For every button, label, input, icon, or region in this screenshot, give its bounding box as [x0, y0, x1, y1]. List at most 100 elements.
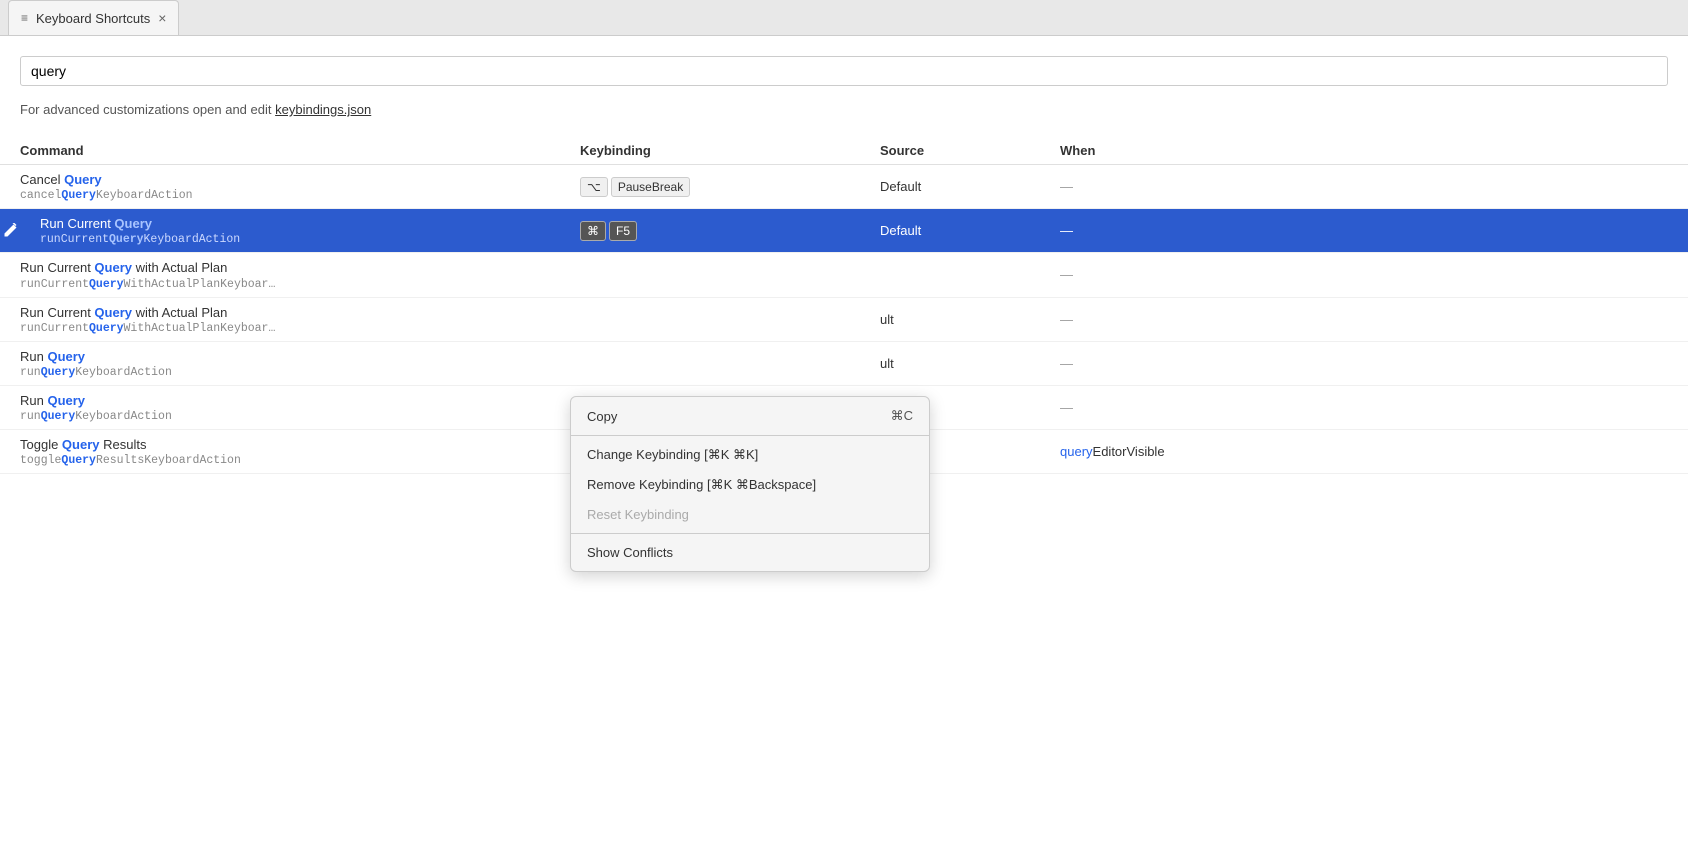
when-cell: — — [1040, 341, 1688, 385]
when-text: — — [1060, 223, 1073, 238]
cmd-highlight: Query — [47, 393, 85, 408]
context-menu-separator — [571, 435, 929, 436]
info-text-before: For advanced customizations open and edi… — [20, 102, 275, 117]
key-group: ⌘ F5 — [580, 221, 840, 241]
key-badge: ⌥ — [580, 177, 608, 197]
keybinding-cell: ⌘ F5 — [560, 209, 860, 253]
keybindings-json-link[interactable]: keybindings.json — [275, 102, 371, 117]
when-cell: — — [1040, 297, 1688, 341]
tab-close-button[interactable]: × — [158, 10, 166, 26]
key-group: ⌥ PauseBreak — [580, 177, 840, 197]
cmd-name: Cancel Query — [20, 171, 540, 189]
source-text: Default — [880, 223, 921, 238]
cmd-cell: Run Query runQueryKeyboardAction — [0, 385, 560, 429]
table-row[interactable]: Run Query runQueryKeyboardAction ult — — [0, 341, 1688, 385]
source-text: Default — [880, 179, 921, 194]
source-text: ult — [880, 312, 894, 327]
context-menu-item-reset-keybinding: Reset Keybinding — [571, 500, 929, 529]
keybinding-cell: ⌥ PauseBreak — [560, 165, 860, 209]
cmd-cell: Run Current Query runCurrentQueryKeyboar… — [0, 209, 560, 253]
when-text: — — [1060, 312, 1073, 327]
when-cell: — — [1040, 209, 1688, 253]
cmd-prefix: Cancel — [20, 172, 64, 187]
source-text: ult — [880, 356, 894, 371]
tab-bar: ≡ Keyboard Shortcuts × — [0, 0, 1688, 36]
cmd-id: runQueryKeyboardAction — [20, 410, 540, 423]
source-cell: ult — [860, 341, 1040, 385]
info-text: For advanced customizations open and edi… — [20, 102, 1668, 117]
tab-icon: ≡ — [21, 11, 28, 25]
cmd-highlight: Query — [47, 349, 85, 364]
context-menu-item-show-conflicts[interactable]: Show Conflicts — [571, 538, 929, 567]
cmd-name: Toggle Query Results — [20, 436, 540, 454]
search-input[interactable] — [20, 56, 1668, 86]
table-row[interactable]: Run Current Query with Actual Plan runCu… — [0, 297, 1688, 341]
cmd-cell: Cancel Query cancelQueryKeyboardAction — [0, 165, 560, 209]
key-badge: ⌘ — [580, 221, 606, 241]
keybinding-cell — [560, 297, 860, 341]
context-menu-label-remove: Remove Keybinding [⌘K ⌘Backspace] — [587, 477, 816, 493]
when-text: — — [1060, 400, 1073, 415]
col-header-command: Command — [0, 137, 560, 165]
cmd-prefix: Run — [20, 349, 47, 364]
cmd-highlight: Query — [62, 437, 100, 452]
col-header-source: Source — [860, 137, 1040, 165]
keybinding-cell — [560, 341, 860, 385]
cmd-highlight: Query — [114, 216, 152, 231]
table-header-row: Command Keybinding Source When — [0, 137, 1688, 165]
cmd-cell: Run Query runQueryKeyboardAction — [0, 341, 560, 385]
cmd-name: Run Current Query with Actual Plan — [20, 304, 540, 322]
when-text: queryEditorVisible — [1060, 444, 1165, 459]
context-menu: Copy ⌘C Change Keybinding [⌘K ⌘K] Remove… — [570, 396, 930, 572]
table-row[interactable]: Cancel Query cancelQueryKeyboardAction ⌥… — [0, 165, 1688, 209]
table-row[interactable]: Run Current Query with Actual Plan runCu… — [0, 253, 1688, 297]
when-cell: queryEditorVisible — [1040, 430, 1688, 474]
cmd-prefix: Toggle — [20, 437, 62, 452]
context-menu-shortcut-copy: ⌘C — [891, 408, 913, 424]
keybinding-cell — [560, 253, 860, 297]
cmd-highlight: Query — [94, 260, 132, 275]
col-header-keybinding: Keybinding — [560, 137, 860, 165]
context-menu-label-reset: Reset Keybinding — [587, 507, 689, 522]
cmd-id: toggleQueryResultsKeyboardAction — [20, 454, 540, 467]
context-menu-item-change-keybinding[interactable]: Change Keybinding [⌘K ⌘K] — [571, 440, 929, 470]
when-text: — — [1060, 179, 1073, 194]
when-cell: — — [1040, 165, 1688, 209]
col-header-when: When — [1040, 137, 1688, 165]
context-menu-label-change: Change Keybinding [⌘K ⌘K] — [587, 447, 758, 463]
cmd-id: runCurrentQueryWithActualPlanKeyboar… — [20, 322, 540, 335]
context-menu-item-copy[interactable]: Copy ⌘C — [571, 401, 929, 431]
cmd-cell: Run Current Query with Actual Plan runCu… — [0, 297, 560, 341]
key-badge: F5 — [609, 221, 637, 241]
cmd-id: cancelQueryKeyboardAction — [20, 189, 540, 202]
edit-icon — [2, 223, 18, 239]
cmd-prefix: Run Current — [40, 216, 114, 231]
cmd-id: runCurrentQueryWithActualPlanKeyboar… — [20, 278, 540, 291]
key-badge: PauseBreak — [611, 177, 690, 197]
cmd-id: runQueryKeyboardAction — [20, 366, 540, 379]
when-text: — — [1060, 267, 1073, 282]
main-panel: For advanced customizations open and edi… — [0, 36, 1688, 858]
cmd-name: Run Current Query — [20, 215, 540, 233]
source-cell: Default — [860, 209, 1040, 253]
context-menu-label-conflicts: Show Conflicts — [587, 545, 673, 560]
context-menu-separator-2 — [571, 533, 929, 534]
cmd-prefix: Run Current — [20, 305, 94, 320]
cmd-prefix: Run Current — [20, 260, 94, 275]
source-cell: ult — [860, 297, 1040, 341]
when-text: — — [1060, 356, 1073, 371]
cmd-highlight: Query — [94, 305, 132, 320]
when-cell: — — [1040, 385, 1688, 429]
cmd-name: Run Current Query with Actual Plan — [20, 259, 540, 277]
context-menu-item-remove-keybinding[interactable]: Remove Keybinding [⌘K ⌘Backspace] — [571, 470, 929, 500]
context-menu-label-copy: Copy — [587, 409, 617, 424]
keyboard-shortcuts-tab[interactable]: ≡ Keyboard Shortcuts × — [8, 0, 179, 35]
cmd-highlight: Query — [64, 172, 102, 187]
cmd-prefix: Run — [20, 393, 47, 408]
source-cell: Default — [860, 165, 1040, 209]
source-cell — [860, 253, 1040, 297]
when-cell: — — [1040, 253, 1688, 297]
table-row[interactable]: Run Current Query runCurrentQueryKeyboar… — [0, 209, 1688, 253]
cmd-id: runCurrentQueryKeyboardAction — [20, 233, 540, 246]
cmd-cell: Toggle Query Results toggleQueryResultsK… — [0, 430, 560, 474]
